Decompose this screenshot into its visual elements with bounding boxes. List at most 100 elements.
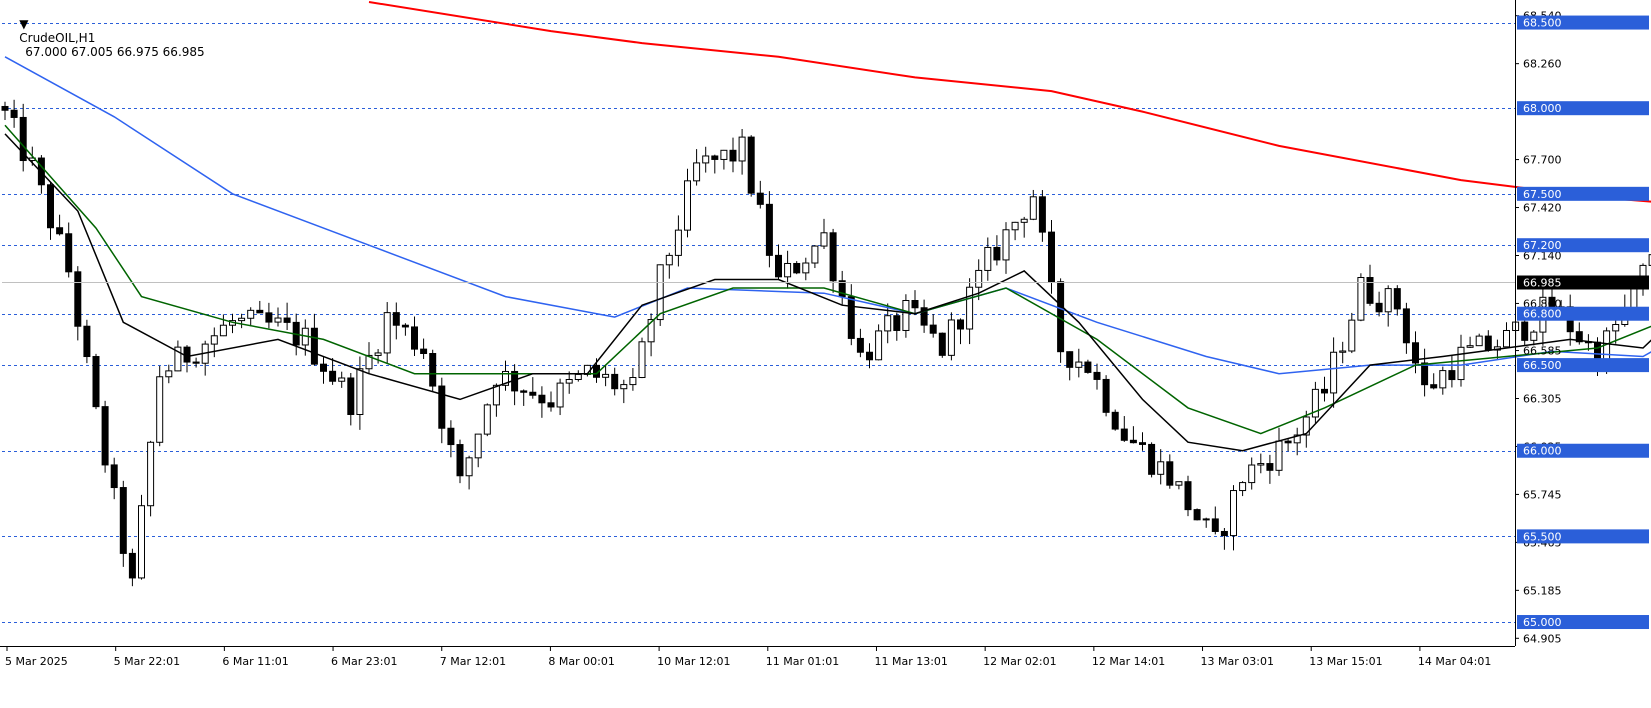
- candle-bullish[interactable]: [975, 269, 983, 288]
- candle-bullish[interactable]: [784, 262, 792, 278]
- candle-bullish[interactable]: [1002, 229, 1010, 261]
- candle-bullish[interactable]: [356, 368, 364, 416]
- candle-bullish[interactable]: [1339, 350, 1347, 353]
- candle-bearish[interactable]: [1120, 428, 1128, 441]
- candle-bullish[interactable]: [902, 300, 910, 331]
- candle-bearish[interactable]: [56, 227, 64, 235]
- candle-bullish[interactable]: [1630, 286, 1638, 308]
- candle-bearish[interactable]: [1266, 463, 1274, 471]
- candle-bullish[interactable]: [147, 441, 155, 507]
- candle-bullish[interactable]: [966, 286, 974, 330]
- candle-bearish[interactable]: [283, 317, 291, 323]
- candle-bearish[interactable]: [847, 296, 855, 339]
- candle-bearish[interactable]: [1321, 388, 1328, 394]
- candle-bullish[interactable]: [984, 246, 992, 271]
- candle-bearish[interactable]: [411, 326, 418, 350]
- candle-bearish[interactable]: [547, 402, 555, 408]
- candle-bearish[interactable]: [265, 312, 273, 323]
- candle-bearish[interactable]: [310, 327, 318, 365]
- candle-bearish[interactable]: [1066, 351, 1074, 368]
- candle-bearish[interactable]: [866, 351, 873, 361]
- candle-bullish[interactable]: [1175, 481, 1183, 486]
- candle-bearish[interactable]: [1211, 518, 1219, 532]
- candle-bullish[interactable]: [1020, 218, 1028, 223]
- candle-bullish[interactable]: [374, 352, 382, 356]
- candle-bearish[interactable]: [1038, 196, 1046, 233]
- candle-bullish[interactable]: [702, 155, 710, 164]
- candle-bullish[interactable]: [1457, 346, 1465, 381]
- candle-bearish[interactable]: [756, 192, 764, 205]
- candle-bullish[interactable]: [665, 254, 673, 266]
- candle-bullish[interactable]: [338, 377, 346, 382]
- candle-bearish[interactable]: [83, 325, 91, 358]
- candle-bullish[interactable]: [947, 319, 955, 356]
- candle-bullish[interactable]: [138, 505, 145, 579]
- candle-bearish[interactable]: [793, 262, 801, 274]
- candle-bearish[interactable]: [893, 315, 901, 331]
- candle-bullish[interactable]: [1011, 221, 1019, 231]
- candle-bearish[interactable]: [1421, 362, 1429, 386]
- candle-bearish[interactable]: [538, 394, 546, 404]
- candle-bearish[interactable]: [1102, 378, 1110, 413]
- candle-bullish[interactable]: [1348, 319, 1356, 352]
- candle-bullish[interactable]: [1384, 288, 1392, 313]
- candle-bullish[interactable]: [620, 384, 628, 390]
- candle-bearish[interactable]: [101, 406, 109, 466]
- candle-bearish[interactable]: [74, 271, 82, 327]
- candle-bearish[interactable]: [329, 370, 337, 382]
- candle-bearish[interactable]: [1048, 231, 1055, 283]
- candle-bearish[interactable]: [1093, 371, 1101, 380]
- candle-bearish[interactable]: [420, 348, 428, 355]
- candle-bullish[interactable]: [1439, 370, 1447, 389]
- candle-bullish[interactable]: [875, 330, 883, 361]
- candle-bearish[interactable]: [1084, 361, 1092, 373]
- candle-bullish[interactable]: [1503, 329, 1510, 348]
- candle-bearish[interactable]: [92, 356, 100, 408]
- candle-bearish[interactable]: [47, 184, 54, 229]
- candle-bullish[interactable]: [1202, 518, 1210, 521]
- dropdown-triangle-icon[interactable]: ▼: [19, 17, 28, 31]
- candle-bullish[interactable]: [1230, 490, 1237, 537]
- candle-bearish[interactable]: [192, 361, 200, 364]
- candle-bearish[interactable]: [320, 363, 327, 372]
- candle-bearish[interactable]: [1184, 481, 1192, 511]
- candle-bearish[interactable]: [711, 155, 719, 160]
- candle-bearish[interactable]: [392, 312, 400, 326]
- candle-bearish[interactable]: [829, 232, 837, 282]
- candle-bearish[interactable]: [1521, 321, 1529, 341]
- candle-bullish[interactable]: [602, 373, 610, 378]
- candle-bearish[interactable]: [1366, 277, 1374, 304]
- candle-bearish[interactable]: [747, 136, 755, 194]
- candle-bearish[interactable]: [765, 203, 773, 256]
- candle-bearish[interactable]: [128, 552, 136, 579]
- candle-bearish[interactable]: [1, 105, 9, 111]
- candle-bullish[interactable]: [720, 149, 728, 160]
- candle-bullish[interactable]: [465, 457, 473, 477]
- candle-bullish[interactable]: [884, 315, 892, 332]
- candle-bullish[interactable]: [219, 324, 227, 337]
- candle-bearish[interactable]: [911, 300, 919, 309]
- candle-bearish[interactable]: [1166, 461, 1174, 486]
- candle-bullish[interactable]: [1275, 440, 1283, 471]
- candle-bullish[interactable]: [1475, 335, 1483, 347]
- candle-bearish[interactable]: [1057, 281, 1065, 353]
- candle-bullish[interactable]: [165, 370, 173, 378]
- candle-bullish[interactable]: [483, 404, 491, 435]
- candle-bearish[interactable]: [438, 385, 446, 429]
- candle-bearish[interactable]: [957, 319, 964, 330]
- candle-bearish[interactable]: [256, 309, 264, 314]
- candle-bearish[interactable]: [1284, 440, 1292, 444]
- candle-bearish[interactable]: [1111, 411, 1119, 430]
- candle-bullish[interactable]: [574, 373, 582, 381]
- candle-bearish[interactable]: [10, 109, 18, 118]
- candle-bullish[interactable]: [210, 335, 218, 345]
- candle-bullish[interactable]: [1257, 463, 1265, 466]
- candle-bearish[interactable]: [1129, 439, 1137, 444]
- candle-bullish[interactable]: [1330, 351, 1338, 394]
- price-chart[interactable]: 68.54068.26067.70067.42067.14066.86066.5…: [0, 0, 1651, 708]
- candle-bearish[interactable]: [1220, 530, 1228, 537]
- candle-bearish[interactable]: [929, 324, 937, 334]
- candle-bullish[interactable]: [474, 433, 482, 459]
- candle-bullish[interactable]: [629, 377, 637, 386]
- candle-bearish[interactable]: [347, 377, 355, 416]
